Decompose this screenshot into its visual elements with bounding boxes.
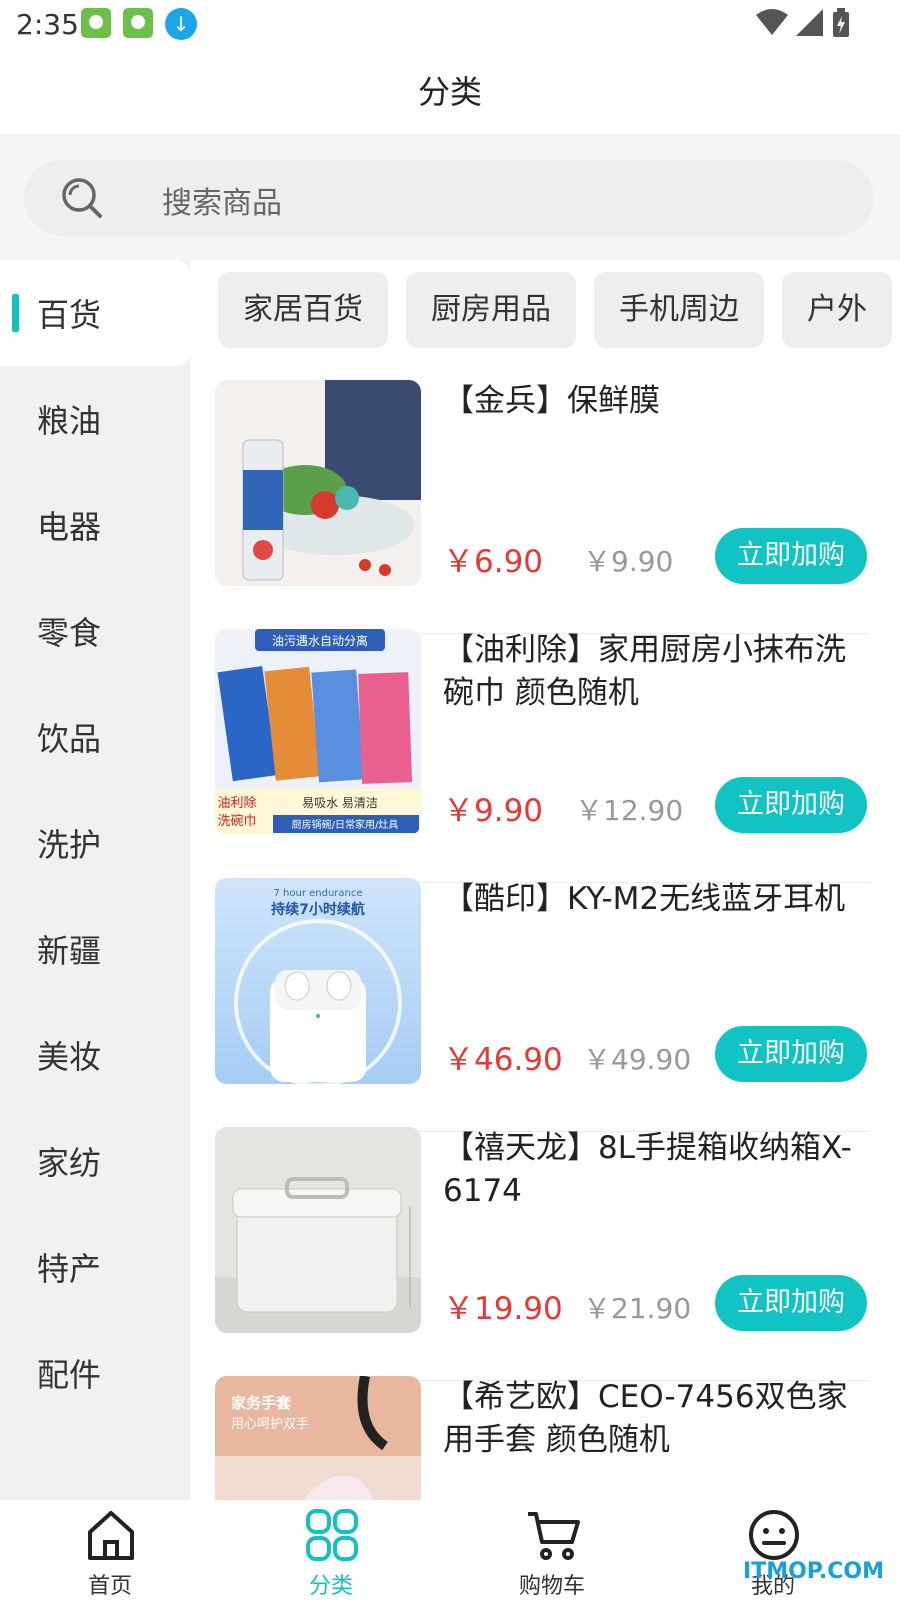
home-icon [88,1511,134,1560]
status-time: 2:35 [16,8,79,41]
search-placeholder: 搜索商品 [162,186,282,221]
battery-icon [833,8,849,37]
sidebar-item-dianqi[interactable]: 电器 [0,472,190,578]
product-item[interactable]: 家务手套 用心呵护双手 【希艺欧】CEO-7456双色家用手套 颜色随机 [215,1376,870,1500]
sidebar-item-label: 百货 [37,296,102,334]
wifi-icon [756,9,788,35]
signal-icon [796,9,823,36]
sidebar-item-yinpin[interactable]: 饮品 [0,684,190,790]
sidebar-item-label: 粮油 [37,402,102,440]
status-indicators [756,8,850,38]
tab-cart[interactable]: 购物车 [492,1500,612,1600]
product-original-price: ￥12.90 [575,794,684,827]
product-original-price: ￥9.90 [583,545,674,578]
sidebar-item-label: 洗护 [37,826,102,864]
product-image: 家务手套 用心呵护双手 [215,1376,421,1500]
product-item[interactable]: 7 hour endurance 持续7小时续航 【酷印】KY-M2无线蓝牙耳机… [215,878,870,1132]
product-name: 【油利除】家用厨房小抹布洗碗巾 颜色随机 [443,632,846,711]
product-price: ￥6.90 [443,544,544,580]
subcategory-tab[interactable]: 户外 [782,272,892,348]
product-price: ￥19.90 [443,1291,563,1327]
sidebar-item-label: 配件 [37,1356,102,1394]
sidebar-item-label: 家纺 [37,1144,102,1182]
add-to-cart-button[interactable]: 立即加购 [715,1275,867,1331]
sidebar-item-baihuo[interactable]: 百货 [0,260,190,366]
bottom-tab-bar: 首页 分类 购物车 我的 ITMOP.COM [0,1500,900,1600]
image-text: 厨房锅碗/日常家用/灶具 [292,818,399,831]
product-item[interactable]: 【禧天龙】8L手提箱收纳箱X-6174 ￥19.90 ￥21.90 立即加购 [215,1127,870,1381]
add-to-cart-button[interactable]: 立即加购 [715,777,867,833]
category-sidebar: 百货 粮油 电器 零食 饮品 洗护 新疆 美妆 家纺 特产 配件 [0,260,190,1500]
search-icon [62,178,102,218]
product-image: 7 hour endurance 持续7小时续航 [215,878,421,1084]
subcategory-tabs: 家居百货 厨房用品 手机周边 户外 [218,272,900,350]
product-name: 【酷印】KY-M2无线蓝牙耳机 [443,881,846,917]
product-price: ￥9.90 [443,793,544,829]
product-name: 【金兵】保鲜膜 [443,383,660,419]
tab-profile[interactable]: 我的 [713,1500,833,1600]
product-panel: 家居百货 厨房用品 手机周边 户外 【金兵】保鲜膜 ￥6.90 ￥9.90 立即加购 [190,260,900,1500]
add-to-cart-button[interactable]: 立即加购 [715,528,867,584]
download-icon: ↓ [165,8,197,40]
subcategory-tab[interactable]: 手机周边 [594,272,764,348]
tab-home[interactable]: 首页 [50,1500,170,1600]
product-image [215,380,421,586]
subcategory-tab[interactable]: 家居百货 [218,272,388,348]
product-item[interactable]: 【金兵】保鲜膜 ￥6.90 ￥9.90 立即加购 [215,380,870,634]
product-price: ￥46.90 [443,1042,563,1078]
add-to-cart-button[interactable]: 立即加购 [715,1026,867,1082]
header: 分类 [0,50,900,134]
sidebar-item-xihu[interactable]: 洗护 [0,790,190,896]
profile-icon [749,1510,799,1560]
sidebar-item-label: 零食 [37,614,102,652]
image-text: 用心呵护双手 [231,1417,309,1432]
product-item[interactable]: 油污遇水自动分离 油利除 洗碗巾 易吸水 易清洁 厨房锅碗/日常家用/灶具 【油… [215,629,870,883]
product-name: 【禧天龙】8L手提箱收纳箱X-6174 [443,1130,852,1209]
image-text: 家务手套 [231,1394,292,1412]
image-text: 油污遇水自动分离 [272,633,368,648]
product-name: 【希艺欧】CEO-7456双色家用手套 颜色随机 [443,1379,848,1458]
status-bar: 2:35 ↓ [0,0,900,50]
app-notification-icon [123,8,153,38]
sidebar-item-peijian[interactable]: 配件 [0,1320,190,1426]
tab-label: 首页 [87,1574,132,1599]
sidebar-item-label: 饮品 [37,720,102,758]
tab-label: 购物车 [518,1574,585,1599]
sidebar-item-liangyou[interactable]: 粮油 [0,366,190,472]
app-notification-icon [81,8,111,38]
sidebar-item-label: 特产 [37,1250,102,1288]
cart-icon [528,1512,580,1560]
image-text: 易吸水 易清洁 [302,796,378,810]
product-image: 油污遇水自动分离 油利除 洗碗巾 易吸水 易清洁 厨房锅碗/日常家用/灶具 [215,629,421,835]
subcategory-tab[interactable]: 厨房用品 [406,272,576,348]
category-icon [306,1509,358,1561]
product-image [215,1127,421,1333]
sidebar-item-xinjiang[interactable]: 新疆 [0,896,190,1002]
image-text: 持续7小时续航 [271,901,365,918]
sidebar-item-jiafang[interactable]: 家纺 [0,1108,190,1214]
tab-label: 分类 [308,1574,353,1599]
search-input[interactable]: 搜索商品 [24,160,874,236]
sidebar-item-label: 电器 [37,508,102,546]
watermark: ITMOP.COM [743,1559,884,1584]
image-text: 7 hour endurance [273,888,362,899]
sidebar-item-label: 新疆 [37,932,102,970]
sidebar-item-meizhuang[interactable]: 美妆 [0,1002,190,1108]
image-text: 油利除 [217,796,256,811]
tab-category[interactable]: 分类 [271,1500,391,1600]
product-original-price: ￥49.90 [583,1043,692,1076]
sidebar-item-techan[interactable]: 特产 [0,1214,190,1320]
image-text: 洗碗巾 [217,813,256,829]
page-title: 分类 [417,73,482,111]
product-original-price: ￥21.90 [583,1292,692,1325]
sidebar-item-lingshi[interactable]: 零食 [0,578,190,684]
sidebar-item-label: 美妆 [37,1038,102,1076]
